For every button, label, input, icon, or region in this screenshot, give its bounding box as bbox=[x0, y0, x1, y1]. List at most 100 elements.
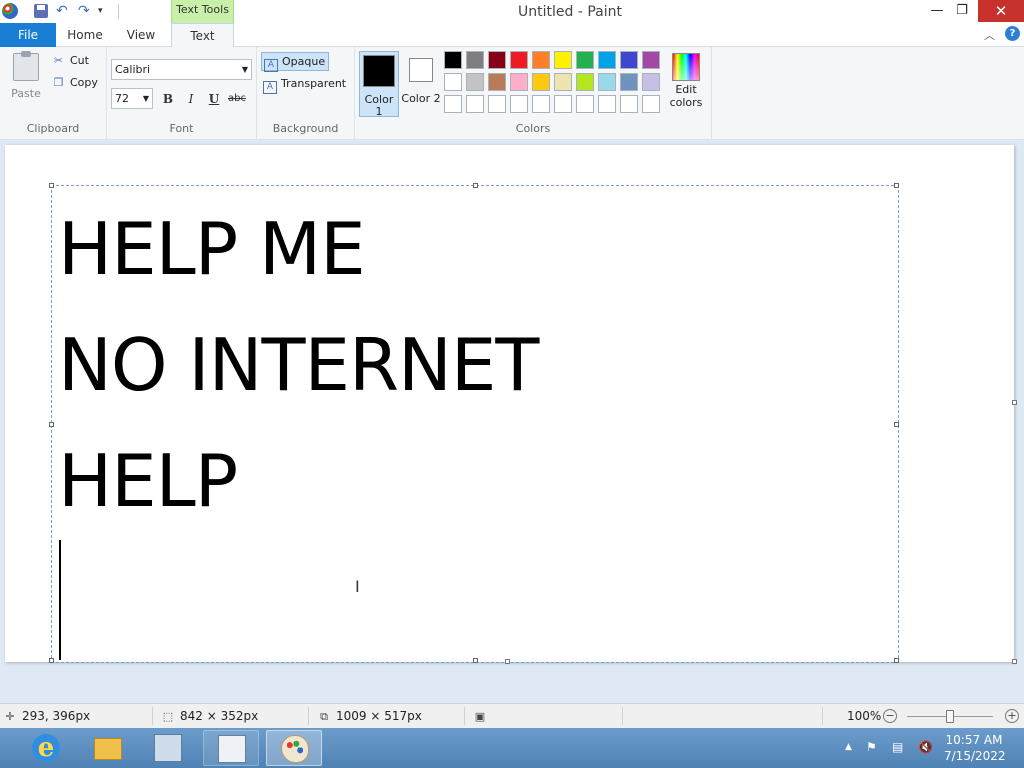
palette-swatch[interactable] bbox=[642, 73, 660, 91]
color2-button[interactable]: Color 2 bbox=[401, 51, 441, 117]
help-icon[interactable]: ? bbox=[1005, 26, 1020, 41]
palette-swatch[interactable] bbox=[554, 73, 572, 91]
palette-swatch[interactable] bbox=[598, 73, 616, 91]
palette-swatch[interactable] bbox=[642, 51, 660, 69]
resize-handle[interactable] bbox=[49, 658, 54, 663]
taskbar-internet-explorer[interactable]: e bbox=[18, 730, 74, 766]
palette-swatch[interactable] bbox=[510, 51, 528, 69]
palette-swatch[interactable] bbox=[444, 51, 462, 69]
paint-palette-icon bbox=[281, 735, 309, 763]
palette-swatch[interactable] bbox=[576, 51, 594, 69]
chevron-down-icon: ▼ bbox=[241, 65, 248, 74]
internet-explorer-icon: e bbox=[32, 734, 60, 762]
palette-swatch[interactable] bbox=[444, 73, 462, 91]
drawing-canvas[interactable]: HELP ME NO INTERNET HELP I bbox=[5, 145, 1014, 663]
zoom-slider-thumb[interactable] bbox=[946, 710, 954, 723]
palette-swatch[interactable] bbox=[466, 95, 484, 113]
paint-app-icon[interactable] bbox=[2, 3, 18, 19]
strikethrough-button[interactable]: abc bbox=[227, 90, 247, 108]
palette-swatch[interactable] bbox=[576, 95, 594, 113]
palette-swatch[interactable] bbox=[598, 95, 616, 113]
transparent-button[interactable]: A Transparent bbox=[261, 75, 349, 94]
taskbar-file-explorer[interactable] bbox=[80, 730, 136, 766]
palette-swatch[interactable] bbox=[510, 95, 528, 113]
color1-button[interactable]: Color 1 bbox=[359, 51, 399, 118]
copy-button[interactable]: ❐ Copy bbox=[52, 74, 98, 92]
show-hidden-icons-icon[interactable]: ▲ bbox=[845, 742, 852, 752]
zoom-out-button[interactable]: − bbox=[883, 709, 897, 723]
tab-text[interactable]: Text bbox=[171, 23, 234, 48]
palette-swatch[interactable] bbox=[510, 73, 528, 91]
save-icon[interactable] bbox=[34, 4, 48, 18]
color-spectrum-icon bbox=[672, 53, 700, 81]
canvas-resize-handle[interactable] bbox=[1012, 659, 1017, 664]
canvas-workspace[interactable]: HELP ME NO INTERNET HELP I bbox=[0, 140, 1024, 703]
canvas-size-icon: ⧉ bbox=[320, 710, 328, 723]
paste-button[interactable]: Paste bbox=[6, 51, 46, 105]
palette-swatch[interactable] bbox=[554, 95, 572, 113]
minimize-ribbon-icon[interactable]: ︿ bbox=[984, 27, 995, 43]
resize-handle[interactable] bbox=[894, 658, 899, 663]
canvas-resize-handle[interactable] bbox=[505, 659, 510, 664]
canvas-resize-handle[interactable] bbox=[1012, 400, 1017, 405]
action-center-flag-icon[interactable]: ⚑ bbox=[866, 740, 877, 754]
cut-button[interactable]: ✂ Cut bbox=[52, 52, 89, 70]
zoom-in-button[interactable]: + bbox=[1005, 709, 1019, 723]
title-bar: ↶ ↷ ▾ Text Tools Untitled - Paint — ❐ ✕ bbox=[0, 0, 1024, 23]
restore-button[interactable]: ❐ bbox=[945, 0, 979, 22]
font-size-dropdown[interactable]: 72 ▼ bbox=[111, 88, 153, 109]
resize-handle[interactable] bbox=[49, 183, 54, 188]
taskbar-clock[interactable]: 10:57 AM 7/15/2022 bbox=[944, 732, 1006, 764]
resize-handle[interactable] bbox=[49, 422, 54, 427]
palette-swatch[interactable] bbox=[488, 95, 506, 113]
color1-label: Color 1 bbox=[364, 93, 394, 118]
undo-icon[interactable]: ↶ bbox=[56, 4, 70, 18]
taskbar-server-manager[interactable] bbox=[140, 730, 196, 766]
edit-colors-button[interactable]: Edit colors bbox=[666, 53, 706, 109]
palette-swatch[interactable] bbox=[532, 95, 550, 113]
palette-swatch[interactable] bbox=[488, 73, 506, 91]
tab-home[interactable]: Home bbox=[60, 23, 110, 47]
canvas-text-line[interactable]: HELP bbox=[58, 440, 238, 522]
opaque-button[interactable]: A Opaque bbox=[261, 52, 329, 72]
palette-swatch[interactable] bbox=[466, 73, 484, 91]
network-disconnected-icon[interactable]: ▤ bbox=[892, 740, 903, 754]
resize-handle[interactable] bbox=[894, 422, 899, 427]
palette-swatch[interactable] bbox=[532, 73, 550, 91]
tab-file[interactable]: File bbox=[0, 23, 56, 47]
selection-size-value: 842 × 352px bbox=[180, 709, 259, 723]
palette-swatch[interactable] bbox=[576, 73, 594, 91]
palette-swatch[interactable] bbox=[620, 51, 638, 69]
palette-swatch[interactable] bbox=[620, 73, 638, 91]
text-box-selection[interactable]: HELP ME NO INTERNET HELP I bbox=[49, 183, 899, 663]
palette-swatch[interactable] bbox=[598, 51, 616, 69]
tab-view[interactable]: View bbox=[116, 23, 166, 47]
palette-swatch[interactable] bbox=[642, 95, 660, 113]
palette-swatch[interactable] bbox=[554, 51, 572, 69]
customize-quick-access-icon[interactable]: ▾ bbox=[98, 4, 112, 18]
opaque-icon: A bbox=[264, 59, 278, 72]
canvas-text-line[interactable]: HELP ME bbox=[58, 208, 366, 290]
transparent-label: Transparent bbox=[281, 77, 347, 90]
redo-icon[interactable]: ↷ bbox=[78, 4, 92, 18]
palette-swatch[interactable] bbox=[444, 95, 462, 113]
canvas-size-value: 1009 × 517px bbox=[336, 709, 422, 723]
palette-swatch[interactable] bbox=[532, 51, 550, 69]
text-tools-context-label: Text Tools bbox=[171, 0, 234, 23]
palette-swatch[interactable] bbox=[620, 95, 638, 113]
taskbar-paint[interactable] bbox=[266, 730, 322, 766]
italic-button[interactable]: I bbox=[181, 90, 201, 108]
resize-handle[interactable] bbox=[894, 183, 899, 188]
resize-handle[interactable] bbox=[473, 183, 478, 188]
taskbar-remote-desktop[interactable] bbox=[203, 730, 259, 766]
font-family-dropdown[interactable]: Calibri ▼ bbox=[111, 59, 252, 80]
underline-button[interactable]: U bbox=[204, 90, 224, 108]
palette-swatch[interactable] bbox=[488, 51, 506, 69]
palette-swatch[interactable] bbox=[466, 51, 484, 69]
canvas-text-line[interactable]: NO INTERNET bbox=[58, 324, 539, 406]
edit-colors-label: Edit colors bbox=[669, 83, 703, 109]
bold-button[interactable]: B bbox=[158, 90, 178, 108]
resize-handle[interactable] bbox=[473, 658, 478, 663]
volume-muted-icon[interactable]: 🔇 bbox=[918, 740, 933, 754]
close-button[interactable]: ✕ bbox=[978, 0, 1024, 22]
